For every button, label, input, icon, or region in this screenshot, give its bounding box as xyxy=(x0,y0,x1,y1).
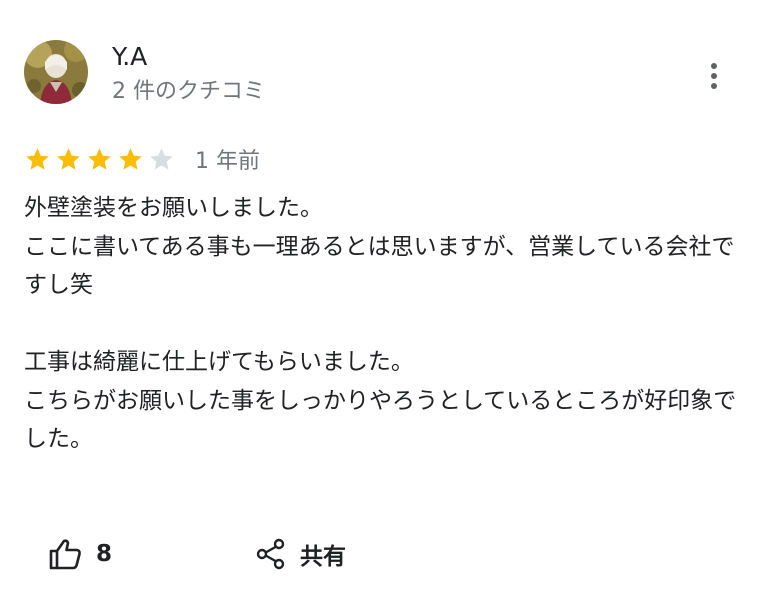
review-actions: 8 共有 xyxy=(48,532,448,576)
star-empty-icon xyxy=(150,147,173,170)
star-filled-icon xyxy=(57,147,80,170)
star-filled-icon xyxy=(88,147,111,170)
star-filled-icon xyxy=(26,147,49,170)
thumb-up-icon xyxy=(49,539,81,570)
review-paragraph: 工事は綺麗に仕上げてもらいました。 こちらがお願いした事をしっかりやろうとしてい… xyxy=(24,349,737,452)
avatar[interactable] xyxy=(24,40,88,104)
like-count: 8 xyxy=(96,541,113,567)
review-text: 外壁塗装をお願いしました。 ここに書いてある事も一理あるとは思いますが、営業して… xyxy=(24,189,740,459)
review-date: 1 年前 xyxy=(195,149,260,174)
share-button[interactable]: 共有 xyxy=(256,532,346,576)
share-label: 共有 xyxy=(300,544,346,570)
review-paragraph: 外壁塗装をお願いしました。 ここに書いてある事も一理あるとは思いますが、営業して… xyxy=(24,195,735,298)
like-button[interactable]: 8 xyxy=(48,532,112,576)
more-options-button[interactable] xyxy=(696,58,732,94)
more-vert-icon xyxy=(711,63,717,89)
star-filled-icon xyxy=(119,147,142,170)
share-icon xyxy=(256,538,285,570)
reviewer-review-count: 2 件のクチコミ xyxy=(112,79,265,104)
star-rating xyxy=(24,146,179,173)
reviewer-name[interactable]: Y.A xyxy=(112,42,147,72)
review-paragraph-gap xyxy=(24,305,740,344)
rating-row: 1 年前 xyxy=(24,143,260,175)
